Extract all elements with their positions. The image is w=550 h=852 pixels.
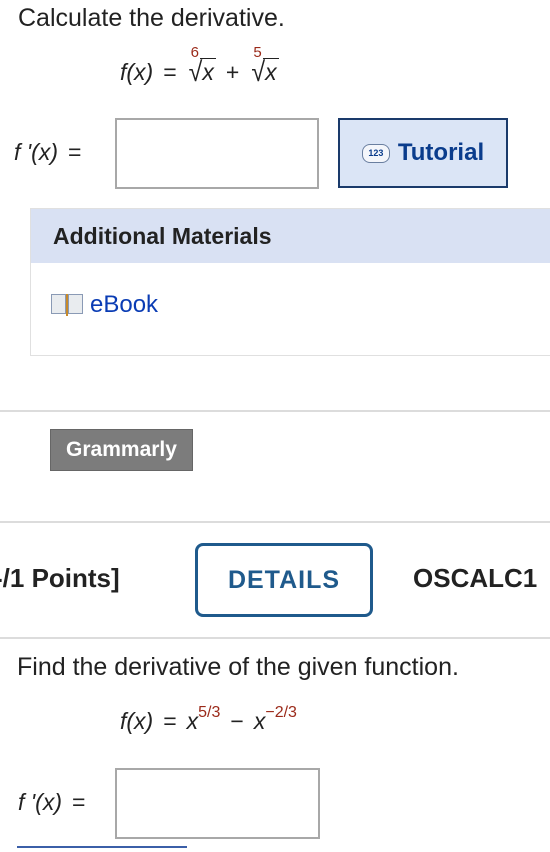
course-code: OSCALC1 [413,563,538,593]
tutorial-label: Tutorial [397,139,485,166]
function-formula: f(x) = 6 √x +5 √x [120,44,279,88]
answer-label: f '(x) = [14,139,82,165]
function-lhs: f(x) [120,708,154,734]
radicand: x [200,58,216,85]
function-lhs: f(x) [120,59,154,85]
question-prompt: Calculate the derivative. [18,4,285,32]
divider [0,637,550,639]
question-prompt: Find the derivative of the given functio… [17,653,459,681]
exponent: −2/3 [265,704,297,721]
ebook-label: eBook [90,291,159,318]
tutorial-speech-bubble-icon: 123 [361,143,390,163]
additional-materials-panel: Additional Materials eBook [30,208,550,356]
details-button[interactable]: DETAILS [195,543,373,617]
ebook-link[interactable]: eBook [51,291,158,319]
function-formula: f(x) = x5/3− x−2/3 [120,704,297,734]
radicand: x [263,58,279,85]
tutorial-button[interactable]: 123 Tutorial [338,118,508,188]
grammarly-button[interactable]: Grammarly [50,429,193,471]
points-label: -/1 Points] [0,563,120,593]
exponent: 5/3 [198,704,221,721]
answer-label: f '(x) = [18,789,86,815]
divider [0,410,550,412]
divider [0,521,550,523]
book-icon [51,294,83,316]
fifth-root: 5 √x [251,44,279,88]
sixth-root: 6 √x [188,44,216,88]
divider [17,846,187,848]
answer-input[interactable] [115,118,319,189]
additional-materials-title: Additional Materials [31,209,550,263]
answer-input[interactable] [115,768,320,839]
